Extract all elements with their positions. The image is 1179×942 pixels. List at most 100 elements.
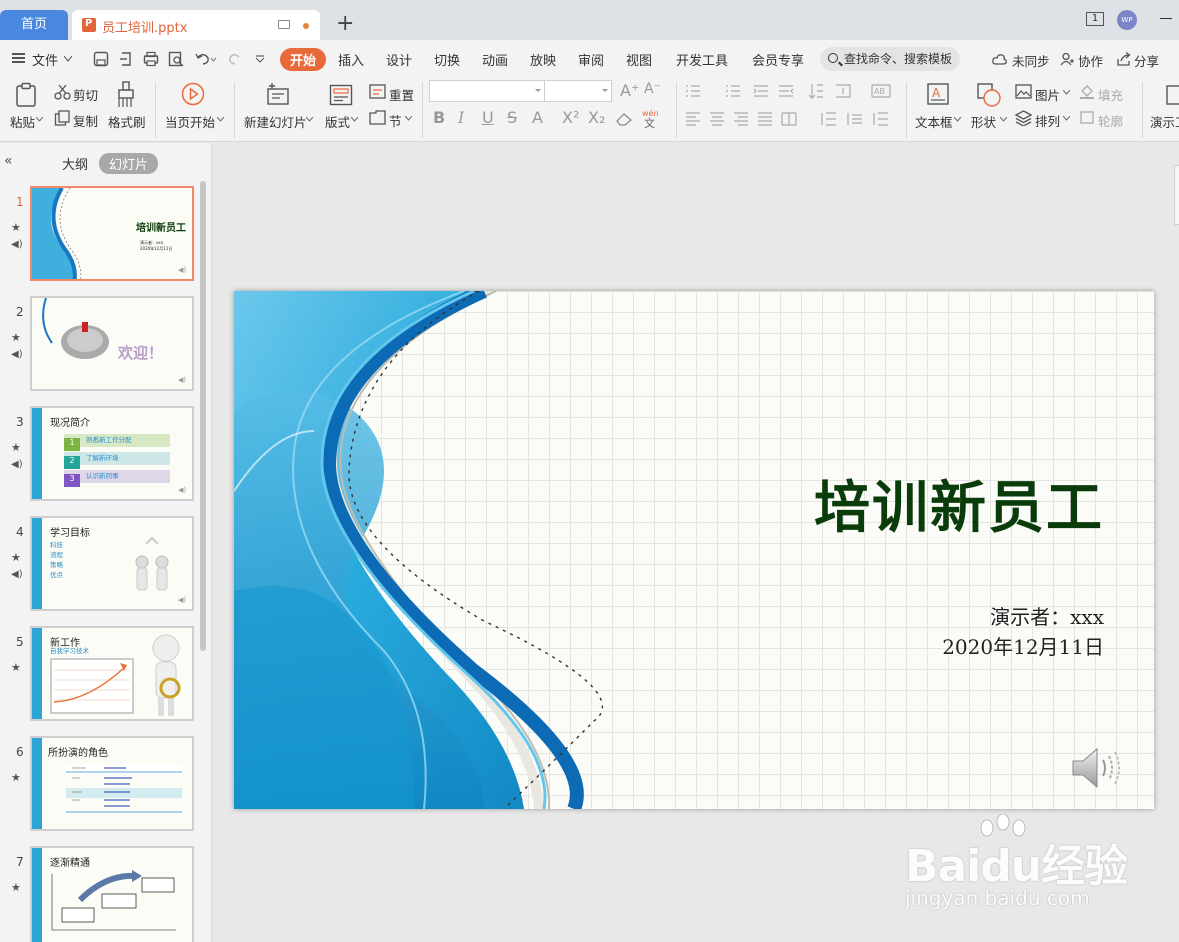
new-slide-button[interactable]: 新建幻灯片 (244, 112, 307, 131)
slide-date[interactable]: 2020年12月11日 (942, 631, 1104, 660)
tab-member[interactable]: 会员专享 (752, 50, 804, 69)
save-icon[interactable] (93, 51, 109, 67)
fill-button[interactable]: 填充 (1098, 85, 1123, 104)
undo-icon[interactable] (195, 52, 217, 66)
format-painter-button[interactable]: 格式刷 (108, 112, 146, 131)
minimize-icon[interactable] (1160, 18, 1172, 19)
shape-icon (977, 83, 1001, 107)
tab-insert[interactable]: 插入 (338, 50, 364, 69)
shape-button[interactable]: 形状 (971, 112, 996, 131)
command-search[interactable]: 查找命令、搜索模板 (820, 47, 960, 71)
present-tools-button[interactable]: 演示工 (1150, 112, 1179, 131)
side-bar (32, 408, 42, 499)
superscript-icon[interactable]: X² (562, 108, 579, 127)
picture-icon (1015, 84, 1032, 99)
svg-text:AB: AB (874, 87, 885, 96)
slide-thumbnail-3[interactable]: 现况简介 1 熟悉新工作分配 2 了解新环境 3 认识新同事 ◀) (30, 406, 194, 501)
eraser-icon[interactable] (616, 112, 632, 126)
font-name-select[interactable] (429, 80, 545, 102)
customize-toolbar-icon[interactable] (255, 55, 265, 63)
tab-slideshow[interactable]: 放映 (530, 50, 556, 69)
sync-status[interactable]: 未同步 (1012, 51, 1050, 70)
slide-thumbnail-2[interactable]: 欢迎！ ◀) (30, 296, 194, 391)
panel-scrollbar[interactable] (200, 181, 206, 651)
redo-icon[interactable] (228, 52, 242, 66)
monitor-icon[interactable] (278, 20, 290, 29)
textbox-button[interactable]: 文本框 (915, 112, 953, 131)
tab-developer[interactable]: 开发工具 (676, 50, 728, 69)
slide-thumbnail-5[interactable]: 新工作 自我学习技术 (30, 626, 194, 721)
grow-font-icon[interactable]: A⁺ (620, 81, 639, 100)
copy-icon (54, 110, 70, 126)
tab-home-ribbon[interactable]: 开始 (280, 48, 327, 71)
window-count-badge[interactable]: 1 (1086, 12, 1104, 26)
slide-thumbnail-1[interactable]: 培训新员工 演示者：xxx 2020年12月11日 ◀) (30, 186, 194, 281)
file-menu[interactable]: 文件 (32, 50, 58, 69)
reset-button[interactable]: 重置 (389, 85, 414, 104)
tab-transitions[interactable]: 切换 (434, 50, 460, 69)
paragraph-align-tools[interactable] (684, 110, 894, 128)
paste-button[interactable]: 粘贴 (10, 112, 35, 131)
new-tab-button[interactable]: + (336, 12, 354, 36)
strikethrough-icon[interactable]: S (507, 108, 517, 127)
outline-button[interactable]: 轮廓 (1098, 111, 1123, 130)
share-button[interactable]: 分享 (1134, 51, 1159, 70)
search-icon (828, 53, 838, 63)
slide-thumbnail-6[interactable]: 所扮演的角色 (30, 736, 194, 831)
slide-thumbnail-4[interactable]: 学习目标 科技 流程 策略 优点 ◀) (30, 516, 194, 611)
font-color-icon[interactable]: A (532, 108, 543, 127)
ribbon-divider (676, 82, 677, 138)
ribbon-toolbar: 粘贴 剪切 复制 格式刷 当页开始 新建幻灯片 版式 重置 节 A⁺ A⁻ B … (0, 76, 1179, 142)
tab-home[interactable]: 首页 (0, 10, 68, 40)
slides-tab[interactable]: 幻灯片 (99, 153, 159, 174)
tab-bar: 首页 员工培训.pptx + 1 WP (0, 0, 1179, 40)
outline-tab[interactable]: 大纲 (62, 154, 88, 173)
avatar[interactable]: WP (1117, 10, 1137, 30)
scissors-icon (54, 84, 71, 100)
collapse-panel-icon[interactable]: « (4, 153, 13, 169)
slide-thumbnail-7[interactable]: 逐渐精通 (30, 846, 194, 942)
pinyin-icon[interactable]: wén文 (640, 108, 664, 128)
bold-icon[interactable]: B (433, 108, 445, 127)
current-slide[interactable]: 培训新员工 演示者：xxx 2020年12月11日 (234, 291, 1154, 809)
tab-view[interactable]: 视图 (626, 50, 652, 69)
side-bar (32, 848, 42, 942)
section-button[interactable]: 节 (389, 111, 402, 130)
list-item: 流程 (50, 551, 63, 559)
collaborate-button[interactable]: 协作 (1078, 51, 1103, 70)
font-size-select[interactable] (544, 80, 612, 102)
chevron-down-icon (1063, 116, 1070, 121)
right-panel-handle[interactable] (1174, 165, 1179, 225)
thumb-title: 学习目标 (50, 528, 90, 539)
print-preview-icon[interactable] (168, 51, 184, 67)
tab-review[interactable]: 审阅 (578, 50, 604, 69)
menu-bar: 文件 开始 插入 设计 切换 动画 放映 审阅 视图 开发工具 会员专享 查找命… (0, 40, 1179, 76)
tab-animations[interactable]: 动画 (482, 50, 508, 69)
shrink-font-icon[interactable]: A⁻ (644, 81, 661, 97)
ribbon-divider (422, 82, 423, 138)
italic-icon[interactable]: I (458, 108, 464, 127)
slide-number: 5 (16, 635, 24, 649)
speaker-icon[interactable] (1069, 746, 1129, 790)
cut-button[interactable]: 剪切 (73, 85, 98, 104)
thumb-sound-icon: ◀) (178, 266, 187, 274)
paragraph-list-tools[interactable]: AB (684, 82, 894, 100)
export-icon[interactable] (118, 51, 134, 67)
hamburger-icon[interactable] (12, 53, 25, 63)
tab-document[interactable]: 员工培训.pptx (72, 10, 320, 40)
subscript-icon[interactable]: X₂ (588, 108, 605, 127)
animation-star-icon: ★ (11, 331, 21, 344)
tab-design[interactable]: 设计 (386, 50, 412, 69)
arrange-button[interactable]: 排列 (1035, 111, 1060, 130)
mini-table-image (66, 764, 182, 813)
copy-button[interactable]: 复制 (73, 111, 98, 130)
slide-number: 7 (16, 855, 24, 869)
from-current-slide-button[interactable]: 当页开始 (165, 112, 215, 131)
collaborate-icon (1060, 52, 1074, 66)
slide-title[interactable]: 培训新员工 (814, 463, 1104, 544)
slide-presenter[interactable]: 演示者：xxx (990, 601, 1104, 630)
layout-button[interactable]: 版式 (325, 112, 350, 131)
picture-button[interactable]: 图片 (1035, 85, 1060, 104)
print-icon[interactable] (143, 51, 159, 67)
underline-icon[interactable]: U (482, 108, 494, 127)
